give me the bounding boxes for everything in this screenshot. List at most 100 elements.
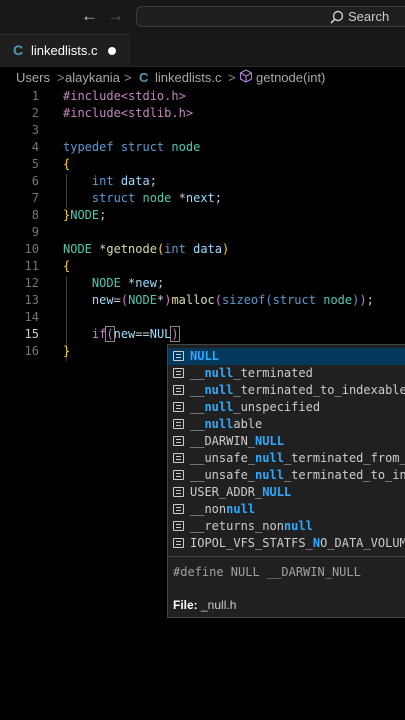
suggestion-label: __nonnull bbox=[190, 502, 256, 516]
suggestion-item[interactable]: __returns_nonnull bbox=[168, 518, 405, 535]
text-value-icon bbox=[173, 402, 184, 412]
suggestion-label: __null_terminated_to_indexable bbox=[190, 383, 405, 397]
command-center-search[interactable]: Search bbox=[136, 6, 405, 27]
text-value-icon bbox=[173, 470, 184, 480]
code-text: #include<stdio.h> bbox=[63, 89, 186, 103]
suggestion-detail: #define NULL __DARWIN_NULL bbox=[173, 565, 361, 579]
code-line[interactable]: 1 #include<stdio.h> bbox=[0, 88, 405, 105]
suggestion-item[interactable]: __null_terminated bbox=[168, 365, 405, 382]
code-line[interactable]: 9 bbox=[0, 224, 405, 241]
line-number: 9 bbox=[31, 225, 39, 239]
code-line[interactable]: 11 { bbox=[0, 258, 405, 275]
code-text: if(new==NUL) bbox=[91, 326, 180, 342]
search-icon bbox=[330, 10, 344, 24]
suggestion-label: __null_unspecified bbox=[190, 400, 321, 414]
symbol-method-icon bbox=[239, 69, 253, 86]
suggestion-item[interactable]: __unsafe_null_terminated_from_i bbox=[168, 450, 405, 467]
code-text: } bbox=[63, 344, 71, 358]
code-text: NODE *getnode(int data) bbox=[63, 242, 230, 256]
suggestion-item[interactable]: __nonnull bbox=[168, 501, 405, 518]
text-value-icon bbox=[173, 453, 184, 463]
suggestion-item[interactable]: __null_unspecified bbox=[168, 399, 405, 416]
suggestion-file-info: File: _null.h bbox=[173, 598, 237, 612]
suggestion-label: __returns_nonnull bbox=[190, 519, 313, 533]
line-number: 1 bbox=[31, 89, 39, 103]
text-value-icon bbox=[173, 487, 184, 497]
suggestion-item[interactable]: __null_terminated_to_indexable bbox=[168, 382, 405, 399]
line-number: 14 bbox=[24, 310, 39, 324]
code-text: int data; bbox=[91, 174, 157, 188]
text-value-icon bbox=[173, 436, 184, 446]
code-line[interactable]: 5 { bbox=[0, 156, 405, 173]
breadcrumb-separator: > bbox=[124, 70, 132, 85]
code-text: new=(NODE*)malloc(sizeof(struct node)); bbox=[91, 293, 374, 307]
line-number: 11 bbox=[24, 259, 39, 273]
suggestion-item[interactable]: USER_ADDR_NULL bbox=[168, 484, 405, 501]
line-number: 8 bbox=[31, 208, 39, 222]
unsaved-dot-icon[interactable] bbox=[108, 47, 116, 55]
code-line[interactable]: 4 typedef struct node bbox=[0, 139, 405, 156]
line-number: 15 bbox=[24, 327, 39, 341]
code-line[interactable]: 14 bbox=[0, 309, 405, 326]
divider bbox=[168, 556, 405, 557]
text-value-icon bbox=[173, 385, 184, 395]
text-value-icon bbox=[173, 351, 184, 361]
code-line[interactable]: 8 }NODE; bbox=[0, 207, 405, 224]
text-value-icon bbox=[173, 419, 184, 429]
line-number: 12 bbox=[24, 276, 39, 290]
tab-linkedlists-c[interactable]: C linkedlists.c bbox=[0, 34, 130, 67]
search-label: Search bbox=[348, 9, 390, 24]
code-line[interactable]: 6 int data; bbox=[0, 173, 405, 190]
text-value-icon bbox=[173, 504, 184, 514]
suggestion-label: __null_terminated bbox=[190, 366, 313, 380]
breadcrumb-separator: > bbox=[228, 70, 236, 85]
text-value-icon bbox=[173, 538, 184, 548]
suggestion-label: __unsafe_null_terminated_to_ind bbox=[190, 468, 405, 482]
breadcrumb-item-user[interactable]: alaykania bbox=[65, 70, 120, 85]
suggestion-label: IOPOL_VFS_STATFS_NO_DATA_VOLUME_ bbox=[190, 536, 405, 550]
line-number: 7 bbox=[31, 191, 39, 205]
c-file-icon: C bbox=[13, 42, 24, 58]
suggestion-label: NULL bbox=[190, 349, 219, 363]
breadcrumb-item-function[interactable]: getnode(int) bbox=[256, 70, 325, 85]
back-arrow-icon[interactable]: ← bbox=[81, 5, 98, 27]
breadcrumb-item-users[interactable]: Users bbox=[16, 70, 50, 85]
line-number: 6 bbox=[31, 174, 39, 188]
code-line[interactable]: 2 #include<stdlib.h> bbox=[0, 105, 405, 122]
tab-label: linkedlists.c bbox=[31, 43, 98, 58]
suggestion-item[interactable]: IOPOL_VFS_STATFS_NO_DATA_VOLUME_ bbox=[168, 535, 405, 552]
suggestion-item[interactable]: NULL bbox=[168, 348, 405, 365]
suggestion-label: USER_ADDR_NULL bbox=[190, 485, 292, 499]
suggestion-item[interactable]: __nullable bbox=[168, 416, 405, 433]
breadcrumb: Users > alaykania > C linkedlists.c > ge… bbox=[0, 67, 405, 89]
code-line[interactable]: 10 NODE *getnode(int data) bbox=[0, 241, 405, 258]
suggestion-item[interactable]: __unsafe_null_terminated_to_ind bbox=[168, 467, 405, 484]
line-number: 16 bbox=[24, 344, 39, 358]
forward-arrow-icon[interactable]: → bbox=[107, 5, 124, 27]
code-text: #include<stdlib.h> bbox=[63, 106, 194, 120]
line-number: 10 bbox=[24, 242, 39, 256]
code-line[interactable]: 7 struct node *next; bbox=[0, 190, 405, 207]
line-number: 2 bbox=[31, 106, 39, 120]
code-text: { bbox=[63, 157, 71, 171]
code-text: { bbox=[63, 259, 71, 273]
line-number: 3 bbox=[31, 123, 39, 137]
c-file-icon: C bbox=[139, 70, 149, 85]
code-line-active[interactable]: 15 if(new==NUL) bbox=[0, 326, 405, 343]
code-text: typedef struct node bbox=[63, 140, 201, 154]
suggestion-item[interactable]: __DARWIN_NULL bbox=[168, 433, 405, 450]
suggestion-label: __DARWIN_NULL bbox=[190, 434, 284, 448]
code-text: struct node *next; bbox=[91, 191, 222, 205]
code-line[interactable]: 12 NODE *new; bbox=[0, 275, 405, 292]
suggestion-label: __nullable bbox=[190, 417, 263, 431]
code-text: }NODE; bbox=[63, 208, 107, 222]
code-text: NODE *new; bbox=[91, 276, 165, 290]
code-line[interactable]: 3 bbox=[0, 122, 405, 139]
tab-bar: C linkedlists.c bbox=[0, 34, 405, 67]
code-line[interactable]: 13 new=(NODE*)malloc(sizeof(struct node)… bbox=[0, 292, 405, 309]
suggestion-label: __unsafe_null_terminated_from_i bbox=[190, 451, 405, 465]
breadcrumb-separator: > bbox=[57, 70, 65, 85]
breadcrumb-item-file[interactable]: linkedlists.c bbox=[155, 70, 221, 85]
line-number: 5 bbox=[31, 157, 39, 171]
text-value-icon bbox=[173, 521, 184, 531]
